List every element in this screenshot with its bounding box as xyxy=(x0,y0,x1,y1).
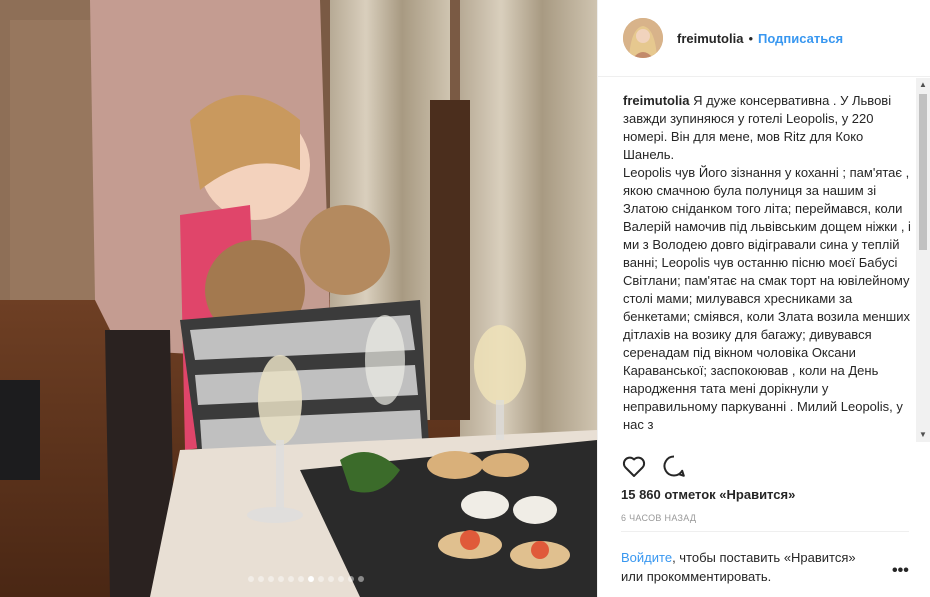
post-header: freimutolia • Подписаться xyxy=(598,0,930,77)
scrollbar-thumb[interactable] xyxy=(919,94,927,250)
caption-text-2: Leopolis чув Його зізнання у коханні ; п… xyxy=(623,165,911,432)
caption-area: freimutolia Я дуже консервативна . У Льв… xyxy=(623,92,913,440)
carousel-dot xyxy=(288,576,294,582)
follow-button[interactable]: Подписаться xyxy=(758,31,843,46)
carousel-dot xyxy=(258,576,264,582)
action-bar xyxy=(621,453,687,479)
login-prompt: Войдите, чтобы поставить «Нравится» или … xyxy=(621,548,881,586)
carousel-dot xyxy=(348,576,354,582)
header-separator: • xyxy=(748,30,754,46)
carousel-indicator xyxy=(248,576,364,582)
carousel-dot xyxy=(328,576,334,582)
carousel-dot xyxy=(298,576,304,582)
caption-first-paragraph: freimutolia Я дуже консервативна . У Льв… xyxy=(623,92,913,164)
carousel-dot xyxy=(338,576,344,582)
caption-scrollbar[interactable]: ▲ ▼ xyxy=(916,78,930,442)
photo-illustration xyxy=(0,0,597,597)
avatar[interactable] xyxy=(623,18,663,58)
divider xyxy=(621,531,909,532)
login-link[interactable]: Войдите xyxy=(621,550,672,565)
post-timestamp[interactable]: 6 часов назад xyxy=(621,513,696,523)
heart-icon[interactable] xyxy=(621,453,647,479)
avatar-image xyxy=(623,18,663,58)
carousel-dot xyxy=(278,576,284,582)
carousel-dot xyxy=(268,576,274,582)
username[interactable]: freimutolia xyxy=(677,31,743,46)
scroll-up-arrow[interactable]: ▲ xyxy=(916,78,930,92)
scroll-down-arrow[interactable]: ▼ xyxy=(916,428,930,442)
caption-author[interactable]: freimutolia xyxy=(623,93,689,108)
carousel-dot xyxy=(248,576,254,582)
post-photo[interactable] xyxy=(0,0,597,597)
comment-icon[interactable] xyxy=(661,453,687,479)
post-sidebar: freimutolia • Подписаться freimutolia Я … xyxy=(597,0,930,597)
likes-count[interactable]: 15 860 отметок «Нравится» xyxy=(621,487,795,502)
more-options-icon[interactable]: ••• xyxy=(892,562,909,580)
carousel-dot xyxy=(308,576,314,582)
carousel-dot xyxy=(358,576,364,582)
carousel-dot xyxy=(318,576,324,582)
